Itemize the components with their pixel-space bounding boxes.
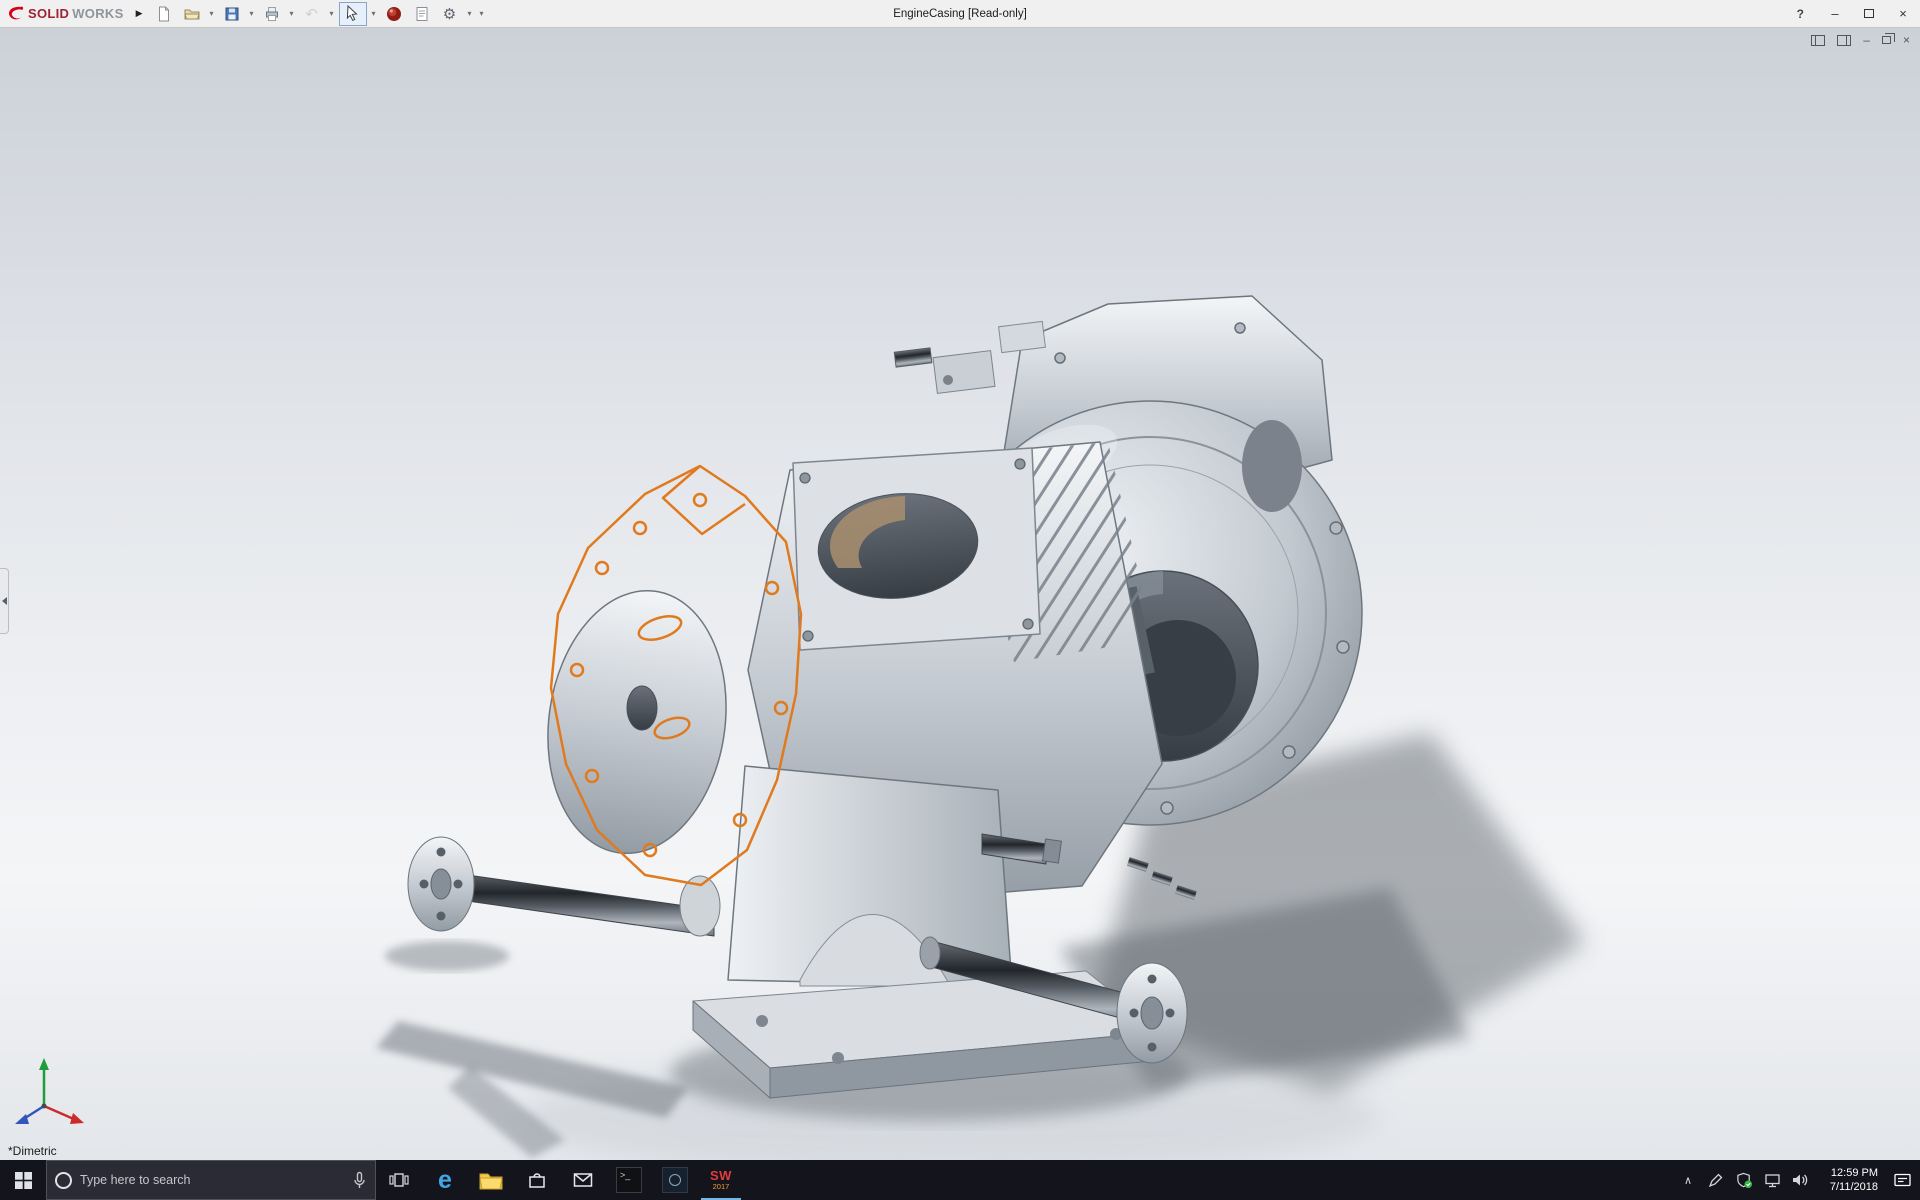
document-window-controls: – × — [1811, 33, 1910, 46]
undo-dropdown-icon[interactable]: ▾ — [327, 9, 337, 18]
close-button[interactable]: × — [1886, 0, 1920, 27]
windows-taskbar: Type here to search e >_ SW 2017 ∧ 12:59… — [0, 1160, 1920, 1200]
file-explorer-button[interactable] — [468, 1160, 514, 1200]
solidworks-logo: SOLID WORKS — [6, 5, 124, 22]
toolbar-flyout-arrow-icon[interactable]: ▶ — [130, 8, 149, 19]
select-dropdown-icon[interactable]: ▾ — [369, 9, 379, 18]
doc-close-button[interactable]: × — [1903, 34, 1910, 46]
edge-icon: e — [438, 1165, 452, 1194]
titlebar: SOLID WORKS ▶ ▾ ▾ ▾ ↶ ▾ ▾ ⚙ ▾ ▾ EngineCa… — [0, 0, 1920, 28]
view-orientation-label: *Dimetric — [8, 1144, 57, 1158]
logo-text-solid: SOLID — [28, 6, 70, 21]
clock-time: 12:59 PM — [1830, 1167, 1878, 1179]
gear-icon: ⚙ — [442, 5, 457, 23]
media-app-button[interactable] — [652, 1160, 698, 1200]
task-view-button[interactable] — [376, 1160, 422, 1200]
select-tool-button[interactable] — [338, 1, 367, 26]
save-dropdown-icon[interactable]: ▾ — [247, 9, 257, 18]
undo-button[interactable]: ↶ — [299, 2, 325, 26]
mail-button[interactable] — [560, 1160, 606, 1200]
volume-icon — [1793, 1174, 1808, 1186]
featuremanager-collapsed-tab[interactable] — [0, 568, 9, 634]
open-folder-icon — [183, 9, 200, 19]
restore-icon — [1881, 33, 1895, 44]
select-cursor-icon — [346, 5, 358, 22]
file-explorer-icon — [479, 1173, 503, 1190]
taskbar-search-box[interactable]: Type here to search — [46, 1160, 376, 1200]
cortana-icon — [55, 1171, 72, 1189]
pane-left-icon[interactable] — [1811, 34, 1826, 46]
sw-badge-text: SW — [710, 1168, 732, 1184]
console-app-button[interactable]: >_ — [606, 1160, 652, 1200]
logo-text-works: WORKS — [72, 6, 124, 21]
properties-sheet-icon — [416, 6, 427, 21]
security-shield-icon — [1736, 1172, 1752, 1188]
pen-settings-button[interactable] — [1704, 1160, 1728, 1200]
store-bag-icon — [529, 1173, 545, 1188]
store-button[interactable] — [514, 1160, 560, 1200]
action-center-icon — [1893, 1173, 1911, 1187]
printer-icon — [265, 6, 278, 21]
action-center-button[interactable] — [1890, 1160, 1914, 1200]
edge-button[interactable]: e — [422, 1160, 468, 1200]
network-icon — [1764, 1173, 1780, 1187]
console-icon: >_ — [616, 1167, 642, 1193]
solidworks-logo-icon — [9, 6, 24, 20]
expand-panel-arrow-icon — [1, 597, 7, 605]
security-button[interactable] — [1732, 1160, 1756, 1200]
file-properties-button[interactable] — [409, 2, 435, 26]
system-tray: ∧ 12:59 PM 7/11/2018 — [1676, 1160, 1920, 1200]
network-button[interactable] — [1760, 1160, 1784, 1200]
task-view-icon — [389, 1173, 409, 1187]
red-sphere-button[interactable] — [381, 2, 407, 26]
print-button[interactable] — [259, 2, 285, 26]
clock-date: 7/11/2018 — [1829, 1181, 1878, 1193]
minimize-button[interactable]: – — [1818, 0, 1852, 27]
new-document-icon — [158, 6, 169, 21]
taskbar-clock[interactable]: 12:59 PM 7/11/2018 — [1816, 1166, 1886, 1194]
mail-icon — [573, 1173, 593, 1187]
doc-minimize-button[interactable]: – — [1863, 34, 1870, 46]
red-sphere-icon — [386, 6, 401, 21]
save-button[interactable] — [219, 2, 245, 26]
solidworks-taskbar-button[interactable]: SW 2017 — [698, 1160, 744, 1200]
help-button[interactable]: ? — [1783, 7, 1818, 21]
pen-icon — [1708, 1173, 1723, 1188]
microphone-icon[interactable] — [352, 1171, 367, 1190]
graphics-viewport[interactable]: – × *Dimetric — [0, 28, 1920, 1160]
volume-button[interactable] — [1788, 1160, 1812, 1200]
windows-logo-icon — [14, 1171, 32, 1189]
main-toolbar: SOLID WORKS ▶ ▾ ▾ ▾ ↶ ▾ ▾ ⚙ ▾ ▾ — [0, 0, 487, 27]
orientation-triad[interactable] — [15, 1058, 84, 1124]
maximize-icon — [1864, 9, 1874, 18]
maximize-button[interactable] — [1852, 0, 1886, 27]
undo-icon: ↶ — [305, 5, 318, 23]
options-button[interactable]: ⚙ — [437, 2, 463, 26]
open-dropdown-icon[interactable]: ▾ — [207, 9, 217, 18]
start-button[interactable] — [0, 1160, 46, 1200]
solidworks-app-icon: SW 2017 — [710, 1169, 732, 1191]
open-document-button[interactable] — [179, 2, 205, 26]
media-app-icon — [662, 1167, 688, 1193]
print-dropdown-icon[interactable]: ▾ — [287, 9, 297, 18]
chevron-up-icon: ∧ — [1683, 1174, 1693, 1187]
toolbar-overflow-dropdown-icon[interactable]: ▾ — [477, 9, 487, 18]
pane-right-icon[interactable] — [1837, 34, 1852, 46]
save-floppy-icon — [225, 7, 238, 20]
doc-restore-button[interactable] — [1881, 33, 1895, 44]
model-canvas[interactable] — [0, 28, 1920, 1160]
sw-badge-year: 2017 — [712, 1182, 730, 1192]
tray-overflow-button[interactable]: ∧ — [1676, 1160, 1700, 1200]
options-dropdown-icon[interactable]: ▾ — [465, 9, 475, 18]
new-document-button[interactable] — [151, 2, 177, 26]
search-placeholder-text: Type here to search — [80, 1173, 191, 1187]
